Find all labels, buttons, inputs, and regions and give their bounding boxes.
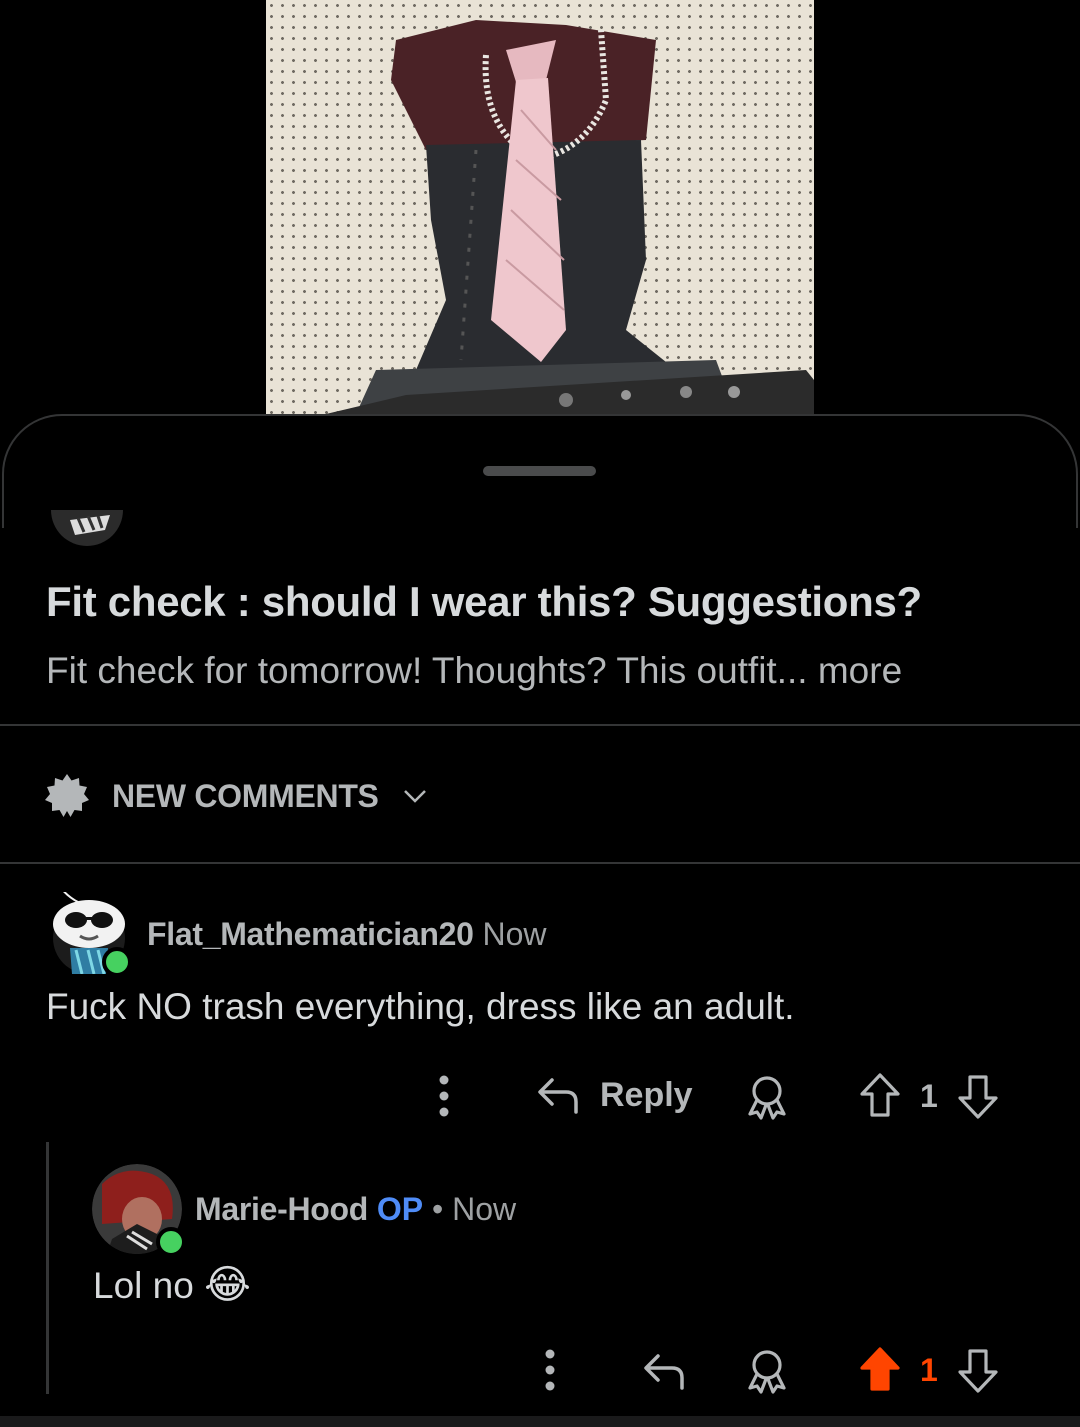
downvote-arrow-icon xyxy=(958,1075,998,1119)
meta-separator: • xyxy=(432,1191,444,1227)
downvote-arrow-icon xyxy=(958,1349,998,1393)
comment-text: Fuck NO trash everything, dress like an … xyxy=(46,986,795,1027)
downvote-button[interactable] xyxy=(956,1074,1000,1120)
award-icon xyxy=(748,1350,786,1394)
comment-text: Lol no 😂 xyxy=(93,1262,251,1308)
post-image[interactable] xyxy=(266,0,814,414)
divider xyxy=(0,724,1080,726)
op-badge: OP xyxy=(376,1191,424,1227)
comment-actions: Reply 1 xyxy=(0,1066,1080,1126)
more-vertical-icon xyxy=(439,1075,449,1117)
post-body-preview[interactable]: Fit check for tomorrow! Thoughts? This o… xyxy=(46,650,1046,692)
comment-timestamp: Now xyxy=(452,1191,517,1227)
upvote-arrow-icon xyxy=(860,1073,900,1117)
award-icon xyxy=(748,1076,786,1120)
more-options-button[interactable] xyxy=(538,1344,562,1396)
bottom-bar xyxy=(0,1416,1080,1427)
more-link[interactable]: more xyxy=(818,650,902,691)
comment-username[interactable]: Flat_Mathematician20 xyxy=(147,916,474,952)
reply-label: Reply xyxy=(600,1075,693,1114)
post-body-text: Fit check for tomorrow! Thoughts? This o… xyxy=(46,650,808,691)
post-title[interactable]: Fit check : should I wear this? Suggesti… xyxy=(46,578,1046,626)
comment-username[interactable]: Marie-Hood xyxy=(195,1191,368,1227)
vote-count: 1 xyxy=(920,1078,938,1115)
laughing-emoji: 😂 xyxy=(204,1262,251,1308)
sort-label: NEW COMMENTS xyxy=(112,777,379,814)
comment-actions: 1 xyxy=(0,1340,1080,1400)
sparkle-badge-icon xyxy=(45,774,89,817)
chevron-down-icon xyxy=(403,790,426,803)
online-status-indicator xyxy=(156,1227,186,1257)
upvote-button[interactable] xyxy=(858,1346,902,1392)
upvote-arrow-filled-icon xyxy=(860,1347,900,1391)
sheet-drag-handle[interactable] xyxy=(483,466,596,476)
comment-meta: Marie-Hood OP • Now xyxy=(195,1191,516,1228)
award-button[interactable] xyxy=(744,1074,790,1120)
comment-sort-selector[interactable]: NEW COMMENTS xyxy=(44,770,429,822)
more-options-button[interactable] xyxy=(432,1070,456,1122)
vote-count-text: 1 xyxy=(920,1352,938,1388)
comment-body: Lol no xyxy=(93,1265,194,1306)
downvote-button[interactable] xyxy=(956,1348,1000,1394)
divider xyxy=(0,862,1080,864)
reply-icon xyxy=(644,1354,684,1390)
award-button[interactable] xyxy=(744,1348,790,1394)
upvote-button[interactable] xyxy=(858,1072,902,1118)
reply-button[interactable]: Reply xyxy=(536,1072,693,1118)
reply-icon xyxy=(538,1078,578,1114)
reply-button[interactable] xyxy=(642,1348,688,1394)
vote-count: 1 xyxy=(920,1352,938,1389)
comment-timestamp: Now xyxy=(482,916,547,952)
online-status-indicator xyxy=(102,947,132,977)
comment-meta: Flat_Mathematician20 Now xyxy=(147,916,546,953)
vote-count-text: 1 xyxy=(920,1078,938,1114)
more-vertical-icon xyxy=(545,1349,555,1391)
outfit-illustration xyxy=(326,20,814,414)
